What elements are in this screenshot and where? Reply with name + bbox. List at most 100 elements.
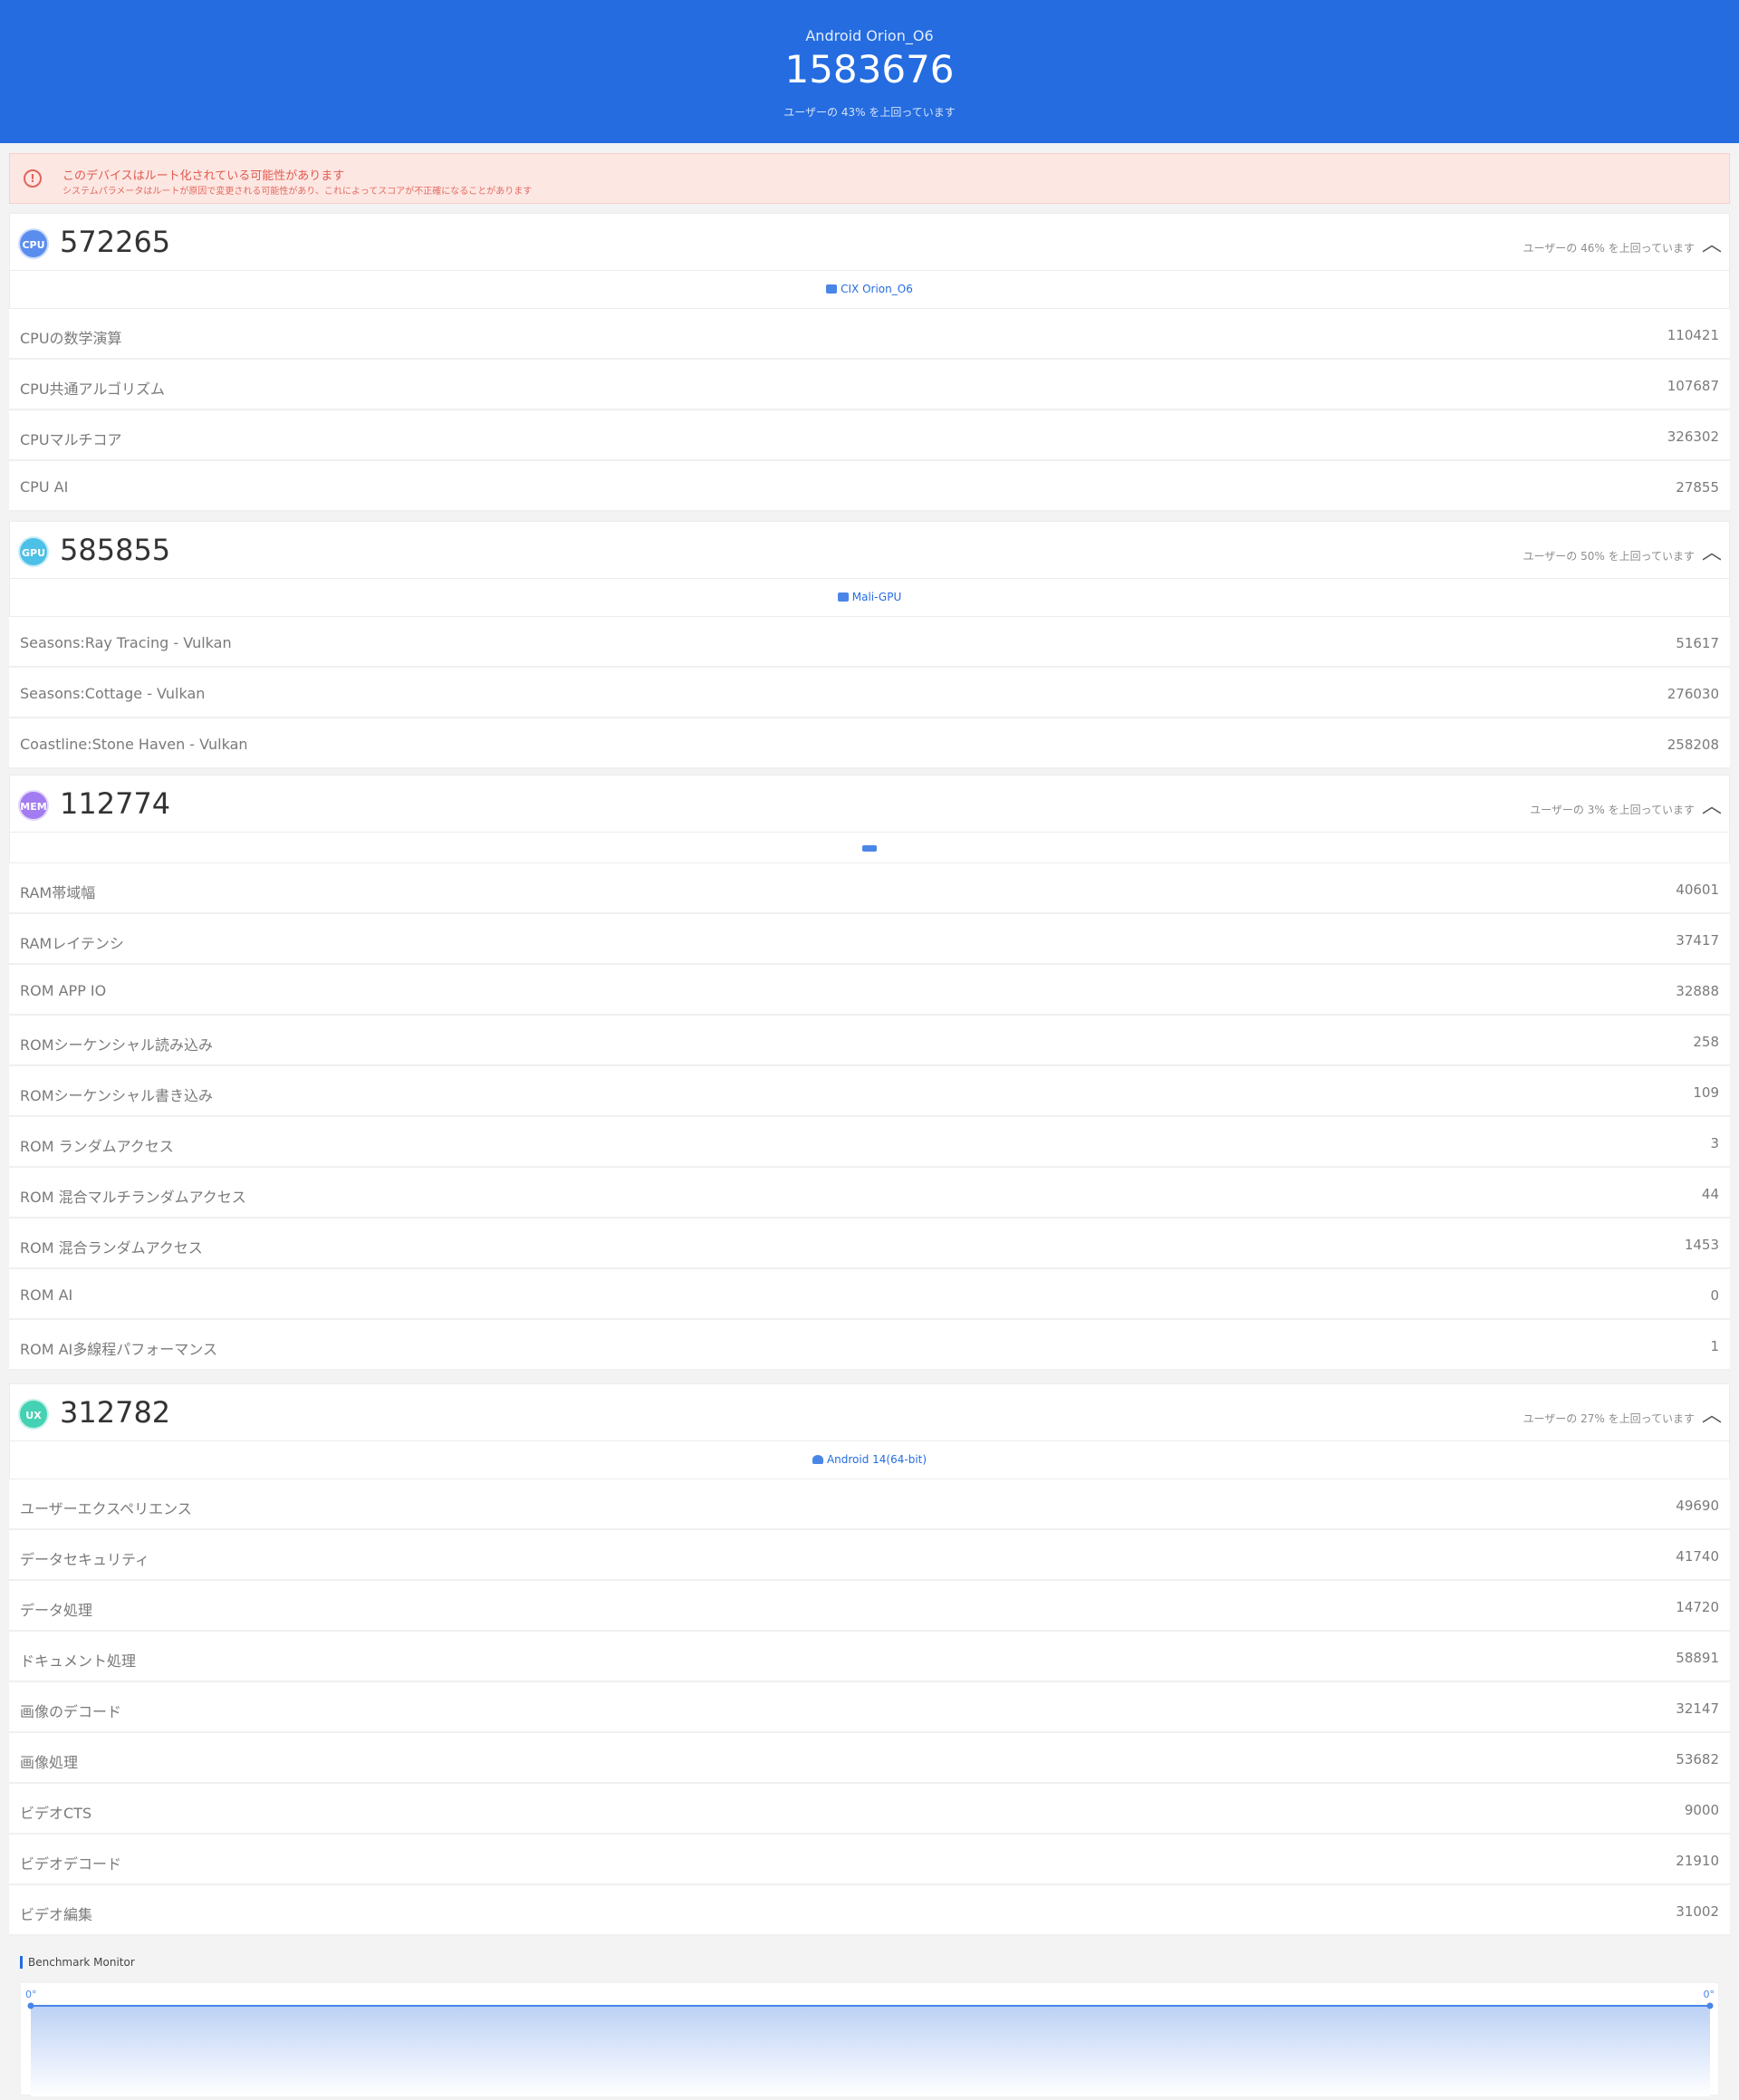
item-value: 32147 — [1676, 1700, 1719, 1717]
gpu-header[interactable]: GPU 585855 ユーザーの 50% を上回っています ︿ — [9, 521, 1730, 579]
item-value: 258 — [1693, 1034, 1719, 1050]
item-label: 画像処理 — [20, 1754, 79, 1771]
cpu-header[interactable]: CPU 572265 ユーザーの 46% を上回っています ︿ — [9, 213, 1730, 271]
end-point — [1706, 2002, 1714, 2009]
header: Android Orion_O6 1583676 ユーザーの 43% を上回って… — [0, 0, 1739, 143]
monitor-title: Benchmark Monitor — [20, 1956, 135, 1969]
list-item: ドキュメント処理 58891 — [9, 1632, 1730, 1682]
warning-title: このデバイスはルート化されている可能性があります — [62, 169, 345, 183]
item-label: 画像のデコード — [20, 1703, 122, 1720]
cpu-chip: CIX Orion_O6 — [826, 283, 913, 295]
item-value: 51617 — [1676, 635, 1719, 651]
item-label: ROM AI多線程パフォーマンス — [20, 1341, 217, 1358]
gpu-rows: Seasons:Ray Tracing - Vulkan 51617 Seasons… — [9, 617, 1730, 769]
item-label: ROMシーケンシャル読み込み — [20, 1036, 214, 1054]
list-item: Seasons:Ray Tracing - Vulkan 51617 — [9, 617, 1730, 668]
item-value: 14720 — [1676, 1599, 1719, 1615]
gpu-section: GPU 585855 ユーザーの 50% を上回っています ︿ Mali-GPU… — [9, 521, 1730, 769]
ux-rank: ユーザーの 27% を上回っています — [1523, 1412, 1695, 1425]
memory-icon — [862, 845, 877, 852]
temperature-chart: 0° 0° — [25, 1989, 1715, 2096]
mem-rows: RAM帯域幅 40601 RAMレイテンシ 37417 ROM APP IO 32888 R… — [9, 863, 1730, 1371]
gpu-icon: GPU — [18, 536, 49, 567]
item-label: データ処理 — [20, 1602, 93, 1619]
cpu-chip-row: CIX Orion_O6 — [9, 271, 1730, 309]
item-value: 31002 — [1676, 1903, 1719, 1920]
chevron-up-icon[interactable]: ︿ — [1702, 1399, 1722, 1428]
chip-icon — [826, 284, 838, 294]
item-label: ROM ランダムアクセス — [20, 1138, 174, 1155]
item-label: データセキュリティ — [20, 1551, 150, 1568]
list-item: CPU共通アルゴリズム 107687 — [9, 360, 1730, 410]
item-value: 0 — [1710, 1287, 1719, 1304]
item-label: ビデオ編集 — [20, 1906, 93, 1923]
item-value: 1 — [1710, 1338, 1719, 1354]
list-item: CPUマルチコア 326302 — [9, 410, 1730, 461]
list-item: RAM帯域幅 40601 — [9, 863, 1730, 914]
item-value: 21910 — [1676, 1853, 1719, 1869]
mem-header[interactable]: MEM 112774 ユーザーの 3% を上回っています ︿ — [9, 775, 1730, 833]
item-value: 40601 — [1676, 881, 1719, 898]
benchmark-monitor: 0° 0° — [20, 1982, 1719, 2096]
item-label: ビデオCTS — [20, 1805, 92, 1822]
item-value: 27855 — [1676, 479, 1719, 496]
item-label: ROM 混合マルチランダムアクセス — [20, 1189, 246, 1206]
ux-score: 312782 — [60, 1395, 171, 1430]
list-item: ビデオデコード 21910 — [9, 1835, 1730, 1885]
list-item: データセキュリティ 41740 — [9, 1530, 1730, 1581]
mem-score: 112774 — [60, 786, 171, 821]
ux-section: UX 312782 ユーザーの 27% を上回っています ︿ Android 1… — [9, 1383, 1730, 1936]
item-label: CPU共通アルゴリズム — [20, 381, 166, 398]
item-label: RAMレイテンシ — [20, 935, 124, 952]
cpu-rank: ユーザーの 46% を上回っています — [1523, 242, 1695, 255]
mem-icon: MEM — [18, 790, 49, 821]
cpu-rows: CPUの数学演算 110421 CPU共通アルゴリズム 107687 CPUマルチコア 3… — [9, 309, 1730, 512]
item-value: 44 — [1701, 1186, 1719, 1202]
gpu-chip: Mali-GPU — [837, 591, 901, 603]
item-value: 3 — [1710, 1135, 1719, 1151]
list-item: データ処理 14720 — [9, 1581, 1730, 1632]
gpu-chip-row: Mali-GPU — [9, 579, 1730, 617]
mem-section: MEM 112774 ユーザーの 3% を上回っています ︿ RAM帯域幅 406… — [9, 775, 1730, 1371]
list-item: ROMシーケンシャル書き込み 109 — [9, 1066, 1730, 1117]
cpu-chip-label: CIX Orion_O6 — [841, 283, 913, 295]
item-label: ROMシーケンシャル書き込み — [20, 1087, 214, 1104]
temperature-area — [31, 2006, 1710, 2096]
start-point — [27, 2002, 34, 2009]
gpu-rank: ユーザーの 50% を上回っています — [1523, 550, 1695, 563]
item-label: Seasons:Ray Tracing - Vulkan — [20, 634, 232, 651]
item-label: ユーザーエクスペリエンス — [20, 1500, 192, 1517]
list-item: Seasons:Cottage - Vulkan 276030 — [9, 668, 1730, 718]
end-temp: 0° — [1704, 1989, 1715, 2000]
cpu-score: 572265 — [60, 225, 171, 259]
list-item: ROM 混合ランダムアクセス 1453 — [9, 1219, 1730, 1269]
item-value: 107687 — [1667, 378, 1719, 394]
list-item: ROM AI多線程パフォーマンス 1 — [9, 1320, 1730, 1371]
device-name: Android Orion_O6 — [805, 27, 934, 44]
ux-chip-label: Android 14(64-bit) — [826, 1453, 927, 1466]
list-item: 画像のデコード 32147 — [9, 1682, 1730, 1733]
ux-chip-row: Android 14(64-bit) — [9, 1441, 1730, 1479]
item-value: 109 — [1693, 1084, 1719, 1101]
item-value: 9000 — [1684, 1802, 1719, 1818]
list-item: 画像処理 53682 — [9, 1733, 1730, 1784]
item-label: Seasons:Cottage - Vulkan — [20, 685, 206, 702]
list-item: Coastline:Stone Haven - Vulkan 258208 — [9, 718, 1730, 769]
item-value: 37417 — [1676, 932, 1719, 949]
item-value: 58891 — [1676, 1650, 1719, 1666]
item-value: 53682 — [1676, 1751, 1719, 1768]
cpu-icon: CPU — [18, 228, 49, 259]
chip-icon — [837, 592, 849, 602]
item-value: 110421 — [1667, 327, 1719, 343]
warning-detail: システムパラメータはルートが原因で変更される可能性があり、これによってスコアが不… — [62, 187, 533, 197]
chevron-up-icon[interactable]: ︿ — [1702, 536, 1722, 565]
item-value: 276030 — [1667, 686, 1719, 702]
item-value: 32888 — [1676, 983, 1719, 999]
item-label: CPUマルチコア — [20, 431, 122, 448]
item-value: 326302 — [1667, 429, 1719, 445]
ux-header[interactable]: UX 312782 ユーザーの 27% を上回っています ︿ — [9, 1383, 1730, 1441]
item-label: ROM AI — [20, 1286, 73, 1304]
chevron-up-icon[interactable]: ︿ — [1702, 790, 1722, 819]
chevron-up-icon[interactable]: ︿ — [1702, 228, 1722, 257]
list-item: ユーザーエクスペリエンス 49690 — [9, 1479, 1730, 1530]
